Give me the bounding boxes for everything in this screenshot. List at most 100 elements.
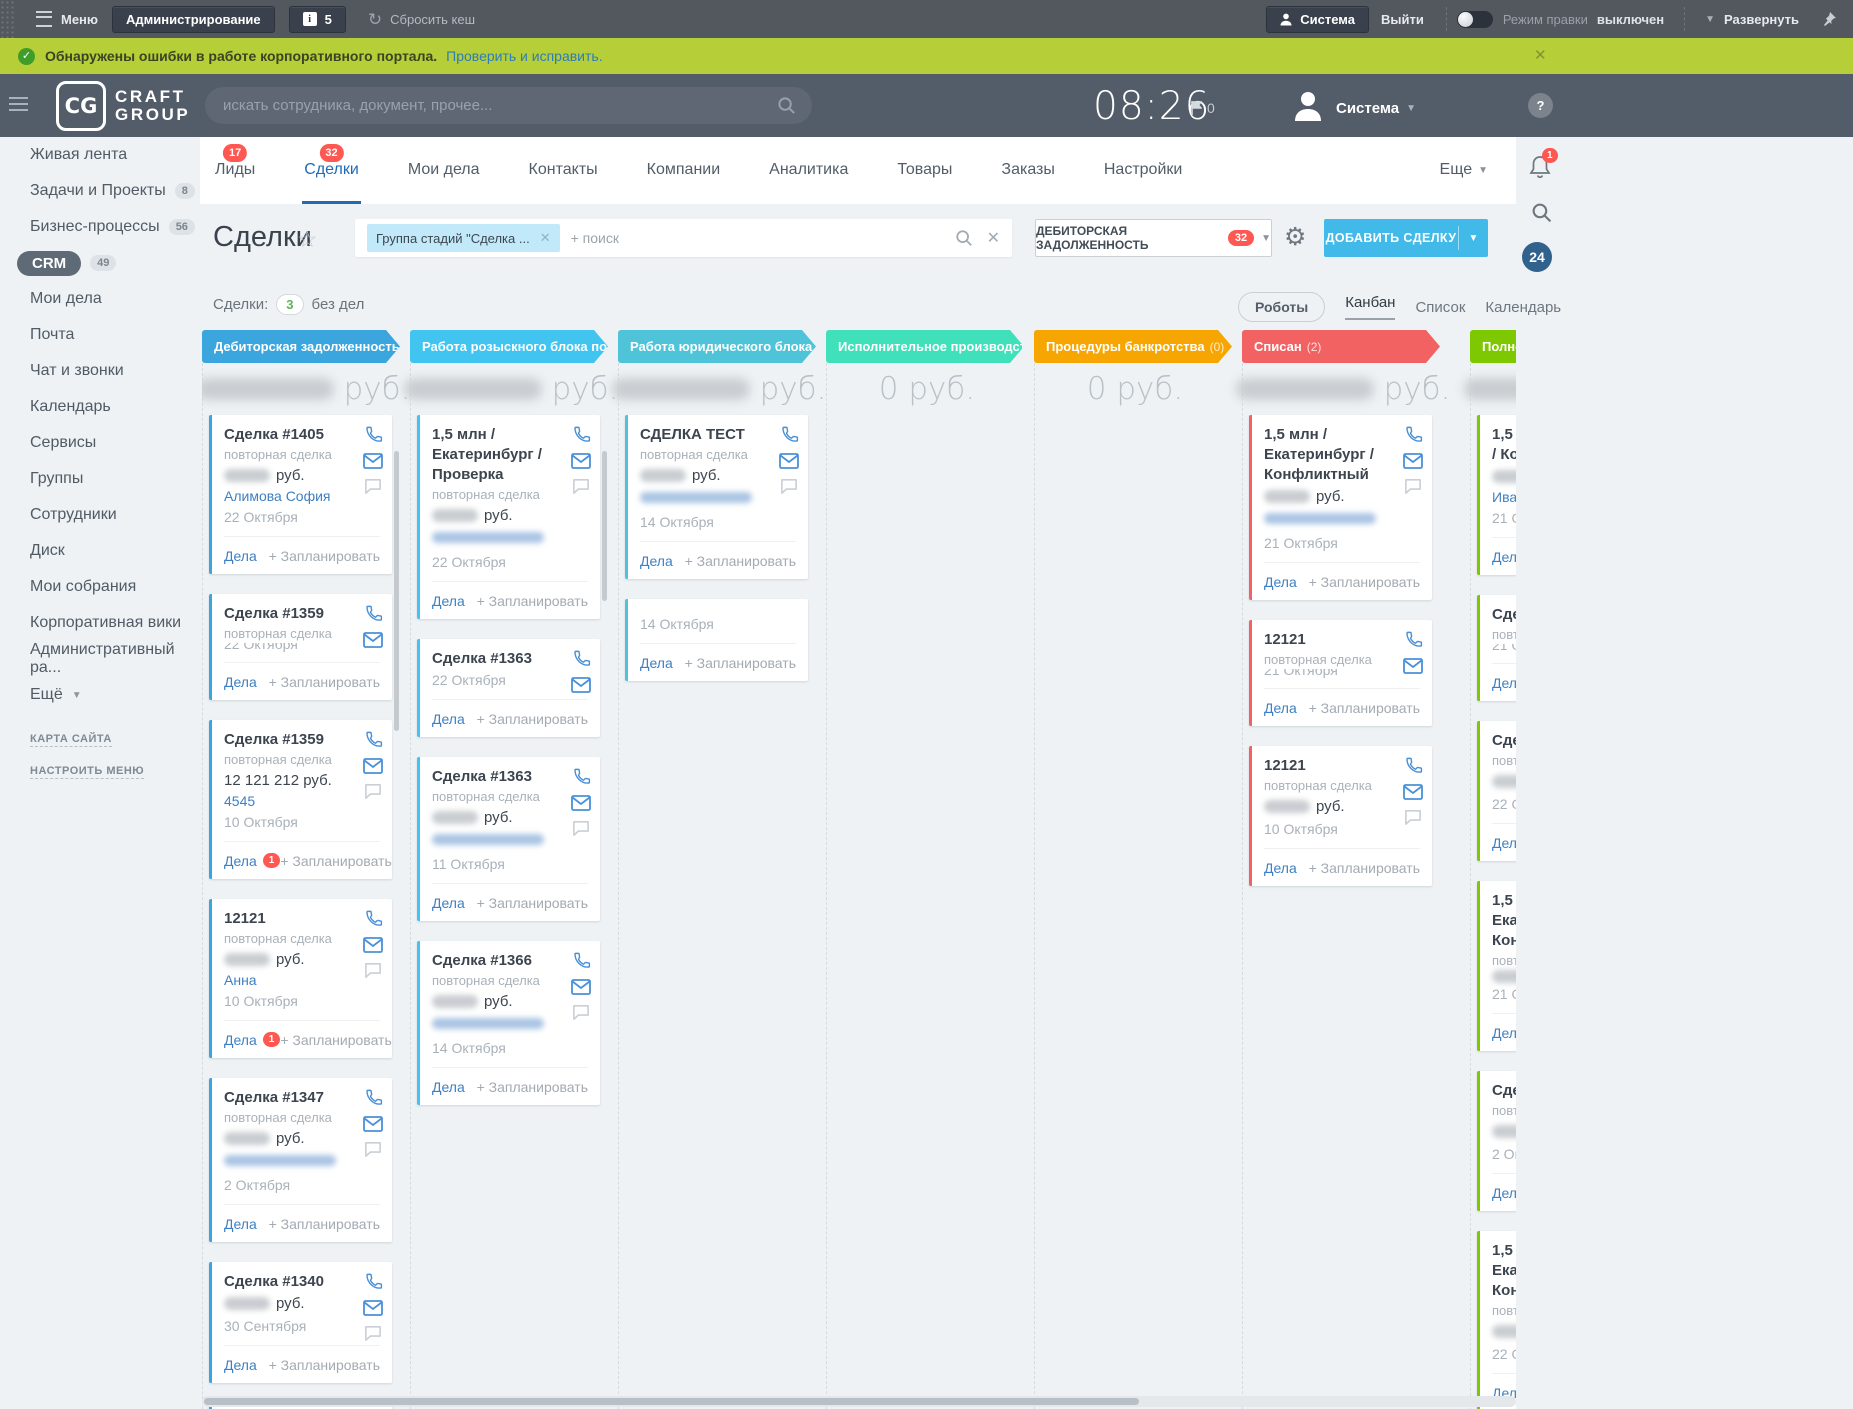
sidebar-item-задачи-и-проекты[interactable]: Задачи и Проекты8: [0, 173, 200, 209]
deal-activities-link[interactable]: Дела: [224, 1357, 257, 1373]
kanban-column-header[interactable]: Процедуры банкротства(0): [1034, 330, 1232, 363]
gear-icon[interactable]: ⚙: [1284, 222, 1306, 251]
view-список[interactable]: Список: [1415, 299, 1465, 316]
deal-plan-link[interactable]: + Запланировать: [1309, 574, 1420, 590]
deal-card[interactable]: СДЕЛКА ТЕСТповторная сделкаруб.14 Октябр…: [625, 415, 808, 579]
sidebar-item-диск[interactable]: Диск: [0, 533, 200, 569]
deal-card[interactable]: 12121повторная сделка21 ОктябряДела+ Зап…: [1249, 620, 1432, 726]
phone-icon[interactable]: [1404, 756, 1423, 775]
sidebar-item-сотрудники[interactable]: Сотрудники: [0, 497, 200, 533]
sidebar-hamburger-icon[interactable]: [9, 97, 28, 111]
tab-контакты[interactable]: Контакты: [527, 161, 600, 204]
phone-icon[interactable]: [364, 909, 383, 928]
column-scrollbar-thumb[interactable]: [602, 451, 607, 601]
phone-icon[interactable]: [364, 730, 383, 749]
phone-icon[interactable]: [364, 425, 383, 444]
chat-icon[interactable]: [572, 820, 590, 836]
reset-cache-button[interactable]: ↻ Сбросить кеш: [368, 11, 475, 28]
deal-activities-link[interactable]: Дела: [432, 1079, 465, 1095]
deal-activities-link[interactable]: Дела: [640, 553, 673, 569]
tab-аналитика[interactable]: Аналитика: [767, 161, 850, 204]
avatar[interactable]: [1294, 91, 1322, 126]
filter-clear-icon[interactable]: ✕: [987, 228, 1000, 248]
global-search-input[interactable]: [221, 96, 777, 115]
mail-icon[interactable]: [1403, 658, 1423, 674]
deal-contact-link[interactable]: 4545: [224, 792, 380, 811]
mail-icon[interactable]: [363, 1116, 383, 1132]
column-scrollbar-thumb[interactable]: [394, 451, 399, 731]
sidebar-item-почта[interactable]: Почта: [0, 317, 200, 353]
tab-настройки[interactable]: Настройки: [1102, 161, 1184, 204]
mail-icon[interactable]: [363, 758, 383, 774]
chat-icon[interactable]: [572, 478, 590, 494]
notifications-bell[interactable]: 1: [1529, 155, 1551, 184]
tab-компании[interactable]: Компании: [645, 161, 723, 204]
sidebar-item-crm[interactable]: CRM49: [0, 245, 200, 281]
deal-plan-link[interactable]: + Запланировать: [280, 1032, 391, 1048]
sidebar-item-группы[interactable]: Группы: [0, 461, 200, 497]
mail-icon[interactable]: [363, 1300, 383, 1316]
flag-counter[interactable]: 0: [1191, 100, 1215, 116]
drag-handle-dots[interactable]: [0, 0, 16, 38]
edit-mode-toggle[interactable]: [1457, 11, 1493, 28]
sidebar-item-корпоративная-вики[interactable]: Корпоративная вики: [0, 605, 200, 641]
global-search[interactable]: [205, 87, 812, 124]
mail-icon[interactable]: [1403, 453, 1423, 469]
mail-icon[interactable]: [571, 453, 591, 469]
deal-activities-link[interactable]: Дела: [224, 1216, 257, 1232]
add-deal-button[interactable]: ДОБАВИТЬ СДЕЛКУ ▼: [1324, 219, 1488, 257]
chat-icon[interactable]: [780, 478, 798, 494]
phone-icon[interactable]: [364, 1272, 383, 1291]
sidebar-item-чат-и-звонки[interactable]: Чат и звонки: [0, 353, 200, 389]
deal-activities-link[interactable]: Дела: [1492, 835, 1516, 851]
deal-card[interactable]: 1,5 млн. / Москва / Конфликтныйруб.Иван …: [1477, 415, 1516, 575]
chat-icon[interactable]: [364, 1325, 382, 1341]
deal-activities-link[interactable]: Дела: [1492, 549, 1516, 565]
deal-card[interactable]: 12121повторная сделкаруб.Анна10 ОктябряД…: [209, 899, 392, 1058]
mail-icon[interactable]: [779, 453, 799, 469]
deal-card[interactable]: 12121повторная сделкаруб.10 ОктябряДела+…: [1249, 746, 1432, 886]
mail-icon[interactable]: [363, 632, 383, 648]
deal-activities-link[interactable]: Дела: [224, 674, 257, 690]
deal-card[interactable]: Сделка #136322 ОктябряДела+ Запланироват…: [417, 639, 600, 737]
deal-plan-link[interactable]: + Запланировать: [477, 711, 588, 727]
deal-activities-link[interactable]: Дела: [432, 711, 465, 727]
deal-activities-link[interactable]: Дела: [640, 655, 673, 671]
counter-badge-24[interactable]: 24: [1522, 242, 1552, 272]
deal-plan-link[interactable]: + Запланировать: [269, 548, 380, 564]
deal-plan-link[interactable]: + Запланировать: [1309, 860, 1420, 876]
deal-plan-link[interactable]: + Запланировать: [685, 655, 796, 671]
tab-сделки[interactable]: Сделки32: [302, 161, 361, 204]
chat-icon[interactable]: [1404, 809, 1422, 825]
deal-card[interactable]: Сделка #1347повторная сделкаруб.2 Октябр…: [209, 1078, 392, 1242]
deal-card[interactable]: Сделка #1359повторная сделка22 ОктябряДе…: [209, 594, 392, 700]
tab-лиды[interactable]: Лиды17: [213, 161, 257, 204]
current-user-menu[interactable]: Система ▼: [1336, 100, 1416, 117]
deal-card[interactable]: 1,5 млн / Екатеринбург / Проверкаповторн…: [417, 415, 600, 619]
chat-icon[interactable]: [364, 783, 382, 799]
chat-icon[interactable]: [572, 1004, 590, 1020]
sidebar-item-бизнес-процессы[interactable]: Бизнес-процессы56: [0, 209, 200, 245]
view-роботы[interactable]: Роботы: [1238, 292, 1325, 322]
deal-activities-link[interactable]: Дела: [432, 895, 465, 911]
deal-contact-link[interactable]: Иван Владимирович: [1492, 488, 1516, 507]
deal-activities-link[interactable]: Дела: [1264, 574, 1297, 590]
sidebar-item-календарь[interactable]: Календарь: [0, 389, 200, 425]
deal-card[interactable]: 1,5 млн. / Екатеринбург / Конфликтныйпов…: [1477, 881, 1516, 1051]
tab-more[interactable]: Еще ▼: [1440, 161, 1488, 179]
chat-icon[interactable]: [364, 1141, 382, 1157]
phone-icon[interactable]: [1404, 630, 1423, 649]
phone-icon[interactable]: [572, 767, 591, 786]
deal-activities-link[interactable]: Дела: [1492, 1025, 1516, 1041]
phone-icon[interactable]: [572, 649, 591, 668]
phone-icon[interactable]: [1404, 425, 1423, 444]
alert-fix-link[interactable]: Проверить и исправить.: [446, 48, 602, 64]
deal-plan-link[interactable]: + Запланировать: [269, 674, 380, 690]
chat-icon[interactable]: [1404, 478, 1422, 494]
phone-icon[interactable]: [364, 1088, 383, 1107]
deal-card[interactable]: Сделка #1408повторная сделкаруб.22 Октяб…: [1477, 721, 1516, 861]
sidebar-footer-link[interactable]: КАРТА САЙТА: [30, 733, 112, 747]
kanban-column-header[interactable]: Работа розыскного блока по ...(3): [410, 330, 608, 363]
mail-icon[interactable]: [1403, 784, 1423, 800]
deal-card[interactable]: Сделка #1340руб.30 СентябряДела+ Заплани…: [209, 1262, 392, 1383]
